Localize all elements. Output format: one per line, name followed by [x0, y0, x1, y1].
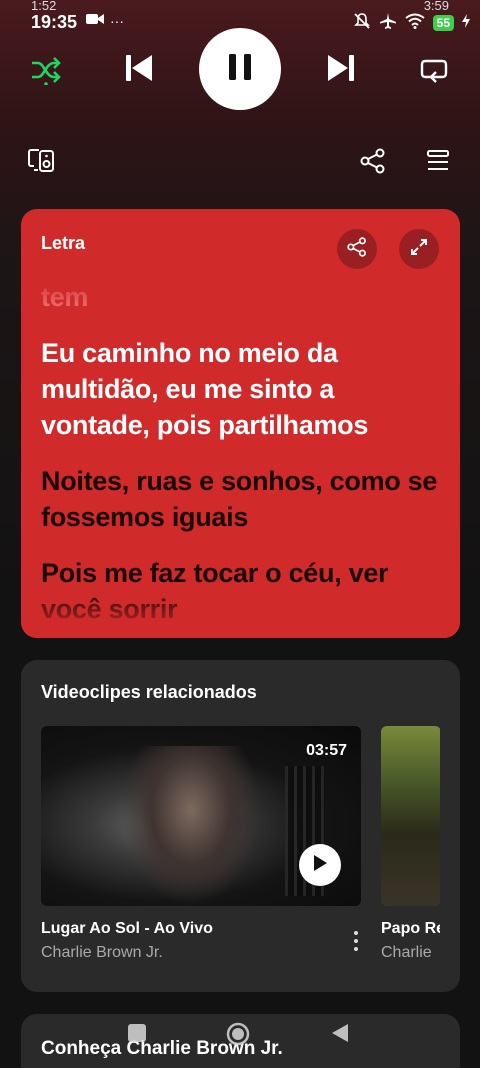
home-button[interactable]: [226, 1022, 250, 1051]
video-artist: Charlie Brown Jr.: [41, 944, 163, 961]
back-icon: [331, 1023, 349, 1048]
video-title: Papo Re: [381, 920, 440, 937]
back-button[interactable]: [330, 1023, 350, 1048]
video-item[interactable]: 03:57 Lugar Ao Sol - Ao Vivo Charlie Bro…: [41, 726, 361, 962]
player-controls: [0, 26, 480, 110]
more-dot-icon: [354, 939, 358, 943]
lyrics-share-button[interactable]: [337, 229, 377, 269]
video-item[interactable]: Papo Re Charlie: [381, 726, 440, 962]
video-artist: Charlie: [381, 944, 432, 961]
pause-button[interactable]: [199, 28, 281, 110]
lyrics-expand-button[interactable]: [399, 229, 439, 269]
more-dot-icon: [354, 947, 358, 951]
share-button[interactable]: [360, 148, 388, 176]
related-videos-title: Videoclipes relacionados: [41, 682, 257, 702]
performer-image: [121, 746, 261, 906]
pause-icon: [228, 53, 252, 86]
next-button[interactable]: [322, 51, 360, 89]
lyric-line-upcoming: Pois me faz tocar o céu, ver você sorrir: [41, 558, 389, 624]
recent-apps-icon: [127, 1023, 147, 1048]
skip-previous-icon: [123, 52, 155, 89]
video-thumbnail[interactable]: [381, 726, 440, 906]
lyric-line-current: Eu caminho no meio da multidão, eu me si…: [41, 338, 369, 440]
queue-icon: [426, 150, 450, 177]
play-icon: [312, 854, 328, 877]
video-thumbnail[interactable]: 03:57: [41, 726, 361, 906]
related-videos-card: Videoclipes relacionados 03:57 Lugar Ao …: [21, 660, 460, 992]
video-play-button[interactable]: [299, 844, 341, 886]
video-duration: 03:57: [306, 742, 347, 759]
connect-device-button[interactable]: [28, 148, 58, 178]
player-toolbar: [0, 140, 480, 184]
previous-button[interactable]: [120, 51, 158, 89]
lyrics-card[interactable]: Letra tem Eu caminho no meio da multidão…: [21, 209, 460, 638]
connect-device-icon: [28, 149, 56, 178]
share-icon: [347, 236, 367, 262]
more-dot-icon: [354, 931, 358, 935]
queue-button[interactable]: [426, 149, 452, 175]
repeat-button[interactable]: [416, 53, 452, 89]
repeat-icon: [419, 55, 449, 88]
recent-apps-button[interactable]: [126, 1023, 148, 1048]
shuffle-button[interactable]: [28, 54, 64, 90]
lyric-line-upcoming: Noites, ruas e sonhos, como se fossemos …: [41, 466, 438, 532]
video-more-options-button[interactable]: [347, 926, 365, 956]
lyrics-title: Letra: [41, 233, 86, 253]
video-title: Lugar Ao Sol - Ao Vivo: [41, 920, 213, 937]
skip-next-icon: [325, 52, 357, 89]
share-icon: [360, 148, 386, 178]
system-nav-bar: [0, 1016, 480, 1056]
expand-icon: [410, 238, 428, 261]
shuffle-icon: [30, 55, 62, 90]
lyric-line-past: tem: [41, 282, 89, 312]
home-icon: [226, 1022, 250, 1051]
lyrics-text: tem Eu caminho no meio da multidão, eu m…: [41, 282, 441, 638]
